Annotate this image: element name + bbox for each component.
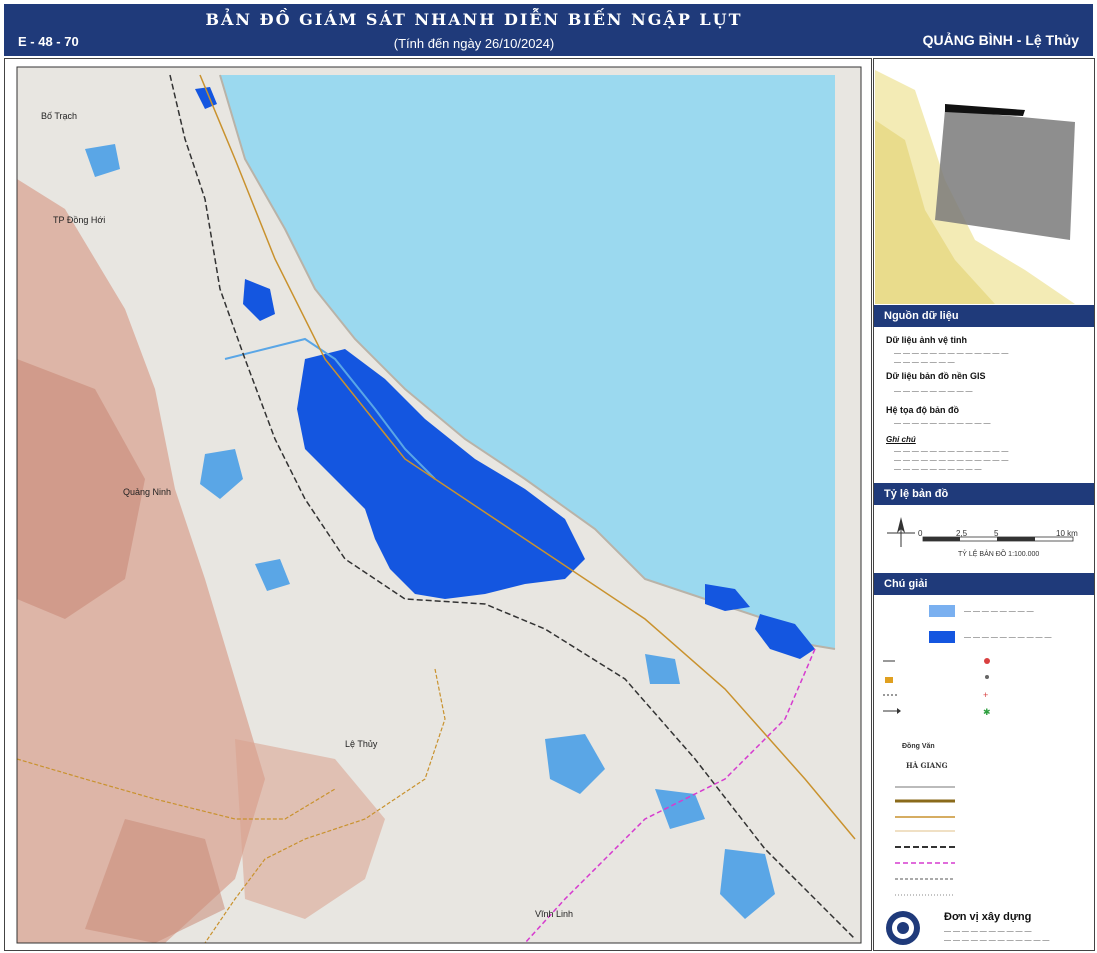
org-logo-icon	[886, 911, 920, 945]
main-map[interactable]: Bố Trạch TP Đồng Hới Quảng Ninh Lệ Thủy …	[4, 58, 872, 951]
legend-water-text: — — — — — — — —	[964, 608, 1034, 615]
power-plant-icon: ✱	[983, 707, 991, 717]
crs-note: — — — — — — — — — — —	[894, 420, 991, 427]
sat-note: — — — — — — — — — — — — — — — — — — — —	[894, 350, 1009, 366]
header-bar: E - 48 - 70 BẢN ĐỒ GIÁM SÁT NHANH DIỄN B…	[4, 4, 1093, 56]
inset-map	[875, 60, 1093, 304]
note-title: Ghi chú	[886, 435, 916, 444]
svg-text:+: +	[983, 690, 988, 700]
gis-title: Dữ liệu bản đồ nền GIS	[886, 371, 986, 381]
legend-flood-text: — — — — — — — — — —	[964, 634, 1052, 641]
scale-header: Tỷ lệ bản đồ	[874, 483, 1094, 505]
org-text: — — — — — — — — — — — — — — — — — — — — —…	[944, 928, 1050, 944]
committee-icon	[984, 658, 990, 664]
gis-note: — — — — — — — — —	[894, 388, 973, 395]
map-canvas	[16, 66, 862, 944]
legend-header: Chú giải	[874, 573, 1094, 595]
north-arrow-icon	[887, 517, 915, 547]
crs-title: Hệ tọa độ bản đồ	[886, 405, 959, 415]
scale-tick-1: 2,5	[956, 529, 968, 538]
hospital-icon: +	[983, 690, 988, 700]
map-code: E - 48 - 70	[18, 34, 79, 49]
legend-swatch-flood	[929, 631, 955, 643]
info-panel: Nguồn dữ liệu Dữ liệu ảnh vệ tinh — — — …	[873, 58, 1095, 951]
scale-tick-0: 0	[918, 529, 923, 538]
note-text: — — — — — — — — — — — — — — — — — — — — —…	[894, 448, 1009, 473]
legend-sample-village: Đồng Văn	[902, 743, 935, 750]
place-quang-ninh: Quảng Ninh	[123, 487, 172, 497]
legend-symbols: + ✱	[883, 658, 991, 717]
house-icon	[985, 675, 989, 679]
scale-tick-3: 10 km	[1056, 529, 1078, 538]
place-bo-trach: Bố Trạch	[41, 111, 78, 121]
culvert-icon	[883, 708, 901, 714]
scale-tick-2: 5	[994, 529, 999, 538]
legend-lines	[895, 786, 955, 896]
map-region: QUẢNG BÌNH - Lệ Thủy	[922, 32, 1079, 48]
sat-title: Dữ liệu ảnh vệ tinh	[886, 335, 968, 345]
svg-text:✱: ✱	[983, 707, 991, 717]
place-vinh-linh: Vĩnh Linh	[535, 909, 574, 919]
inset-satellite-footprint	[935, 110, 1075, 240]
bridge-icon	[885, 677, 893, 683]
org-title: Đơn vị xây dựng	[944, 911, 1032, 923]
scale-text: TỶ LỆ BẢN ĐỒ 1:100.000	[958, 551, 1040, 558]
sources-header: Nguồn dữ liệu	[874, 305, 1094, 327]
map-date: (Tính đến ngày 26/10/2024)	[393, 36, 555, 51]
map-title: BẢN ĐỒ GIÁM SÁT NHANH DIỄN BIẾN NGẬP LỤT	[205, 10, 743, 29]
legend-swatch-water	[929, 605, 955, 617]
place-dong-hoi: TP Đồng Hới	[53, 215, 106, 225]
place-le-thuy: Lệ Thủy	[345, 739, 378, 749]
